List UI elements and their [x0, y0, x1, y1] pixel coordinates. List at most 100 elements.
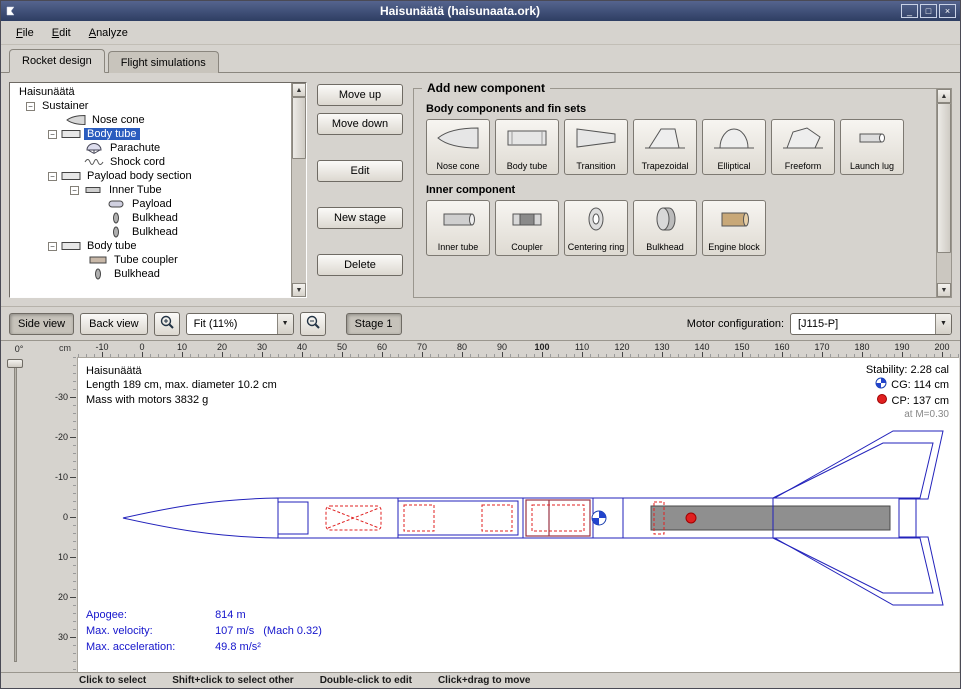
collapse-icon[interactable]: −: [48, 130, 57, 139]
tree-item-payload[interactable]: Payload: [12, 197, 291, 211]
nose-cone-icon: [66, 114, 86, 126]
tab-rocket-design[interactable]: Rocket design: [9, 49, 105, 73]
shock-cord-icon: [84, 156, 104, 168]
max-acceleration-label: Max. acceleration:: [86, 640, 212, 656]
motor-configuration-select[interactable]: [J115-P] ▼: [790, 313, 952, 335]
design-top-panel: Haisunäätä − Sustainer Nose cone − Body …: [1, 73, 960, 306]
add-centering-ring-button[interactable]: Centering ring: [564, 200, 628, 256]
scroll-down-icon[interactable]: ▼: [937, 283, 951, 297]
edit-button[interactable]: Edit: [317, 160, 403, 182]
add-coupler-button[interactable]: Coupler: [495, 200, 559, 256]
payload-icon: [106, 198, 126, 210]
collapse-icon[interactable]: −: [26, 102, 35, 111]
motor-configuration-group: Motor configuration: [J115-P] ▼: [687, 313, 952, 335]
collapse-icon[interactable]: −: [70, 186, 79, 195]
scroll-down-icon[interactable]: ▼: [292, 283, 306, 297]
tree-item-inner-tube[interactable]: − Inner Tube: [12, 183, 291, 197]
collapse-icon[interactable]: −: [48, 172, 57, 181]
hint-click-select: Click to select: [79, 675, 146, 686]
side-view-button[interactable]: Side view: [9, 313, 74, 335]
tree-item-rocket[interactable]: Haisunäätä: [12, 85, 291, 99]
menu-analyze[interactable]: Analyze: [82, 24, 135, 42]
launch-lug-icon: [850, 124, 894, 152]
zoom-select[interactable]: Fit (11%) ▼: [186, 313, 294, 335]
add-nose-cone-button[interactable]: Nose cone: [426, 119, 490, 175]
add-trapezoidal-fin-button[interactable]: Trapezoidal: [633, 119, 697, 175]
add-launch-lug-button[interactable]: Launch lug: [840, 119, 904, 175]
component-panel-scrollbar[interactable]: ▲ ▼: [936, 89, 951, 297]
tab-flight-simulations[interactable]: Flight simulations: [108, 51, 219, 73]
add-engine-block-button[interactable]: Engine block: [702, 200, 766, 256]
rocket-summary: Haisunäätä Length 189 cm, max. diameter …: [86, 364, 277, 407]
add-body-tube-button[interactable]: Body tube: [495, 119, 559, 175]
new-stage-button[interactable]: New stage: [317, 207, 403, 229]
back-view-button[interactable]: Back view: [80, 313, 148, 335]
chevron-down-icon[interactable]: ▼: [277, 314, 293, 334]
nose-cone-outline: [123, 498, 278, 538]
rotation-slider-track[interactable]: [14, 365, 17, 662]
tree-item-body-tube[interactable]: − Body tube: [12, 127, 291, 141]
tree-item-payload-body-section[interactable]: − Payload body section: [12, 169, 291, 183]
tree-item-bulkhead[interactable]: Bulkhead: [12, 211, 291, 225]
cp-value: CP: 137 cm: [892, 395, 949, 407]
rocket-mass: Mass with motors 3832 g: [86, 393, 277, 407]
tree-item-parachute[interactable]: Parachute: [12, 141, 291, 155]
tree-scrollbar-thumb[interactable]: [292, 97, 306, 159]
add-bulkhead-button[interactable]: Bulkhead: [633, 200, 697, 256]
body-tube-outline: [278, 498, 623, 538]
inner-tube-icon: [436, 205, 480, 233]
window-icon: [5, 5, 19, 17]
hint-double-click: Double-click to edit: [320, 675, 412, 686]
body-components-label: Body components and fin sets: [426, 103, 933, 115]
parachute-icon: [84, 142, 104, 154]
fin-lower-outline: [773, 537, 943, 605]
maximize-button[interactable]: □: [920, 4, 937, 18]
tree-item-bulkhead[interactable]: Bulkhead: [12, 267, 291, 281]
add-elliptical-fin-button[interactable]: Elliptical: [702, 119, 766, 175]
tree-item-shock-cord[interactable]: Shock cord: [12, 155, 291, 169]
move-down-button[interactable]: Move down: [317, 113, 403, 135]
collapse-icon[interactable]: −: [48, 242, 57, 251]
app-window: Haisunäätä (haisunaata.ork) _ □ × File E…: [0, 0, 961, 689]
delete-button[interactable]: Delete: [317, 254, 403, 276]
component-scrollbar-thumb[interactable]: [937, 103, 951, 253]
menu-edit[interactable]: Edit: [45, 24, 78, 42]
hint-shift-click: Shift+click to select other: [172, 675, 293, 686]
tree-item-nose-cone[interactable]: Nose cone: [12, 113, 291, 127]
titlebar[interactable]: Haisunäätä (haisunaata.ork) _ □ ×: [1, 1, 960, 21]
scroll-up-icon[interactable]: ▲: [937, 89, 951, 103]
stage-1-toggle[interactable]: Stage 1: [346, 313, 402, 335]
body-tube-icon: [61, 128, 81, 140]
max-velocity-label: Max. velocity:: [86, 624, 212, 640]
window-controls: _ □ ×: [901, 4, 956, 18]
tree-item-bulkhead[interactable]: Bulkhead: [12, 225, 291, 239]
close-button[interactable]: ×: [939, 4, 956, 18]
minimize-button[interactable]: _: [901, 4, 918, 18]
component-tree[interactable]: Haisunäätä − Sustainer Nose cone − Body …: [10, 83, 291, 297]
move-up-button[interactable]: Move up: [317, 84, 403, 106]
horizontal-ruler: -100102030405060708090100110120130140150…: [77, 341, 959, 357]
tree-scrollbar[interactable]: ▲ ▼: [291, 83, 306, 297]
tree-scrollbar-track[interactable]: [292, 97, 306, 283]
transition-icon: [574, 124, 618, 152]
rocket-canvas[interactable]: Haisunäätä Length 189 cm, max. diameter …: [77, 357, 959, 672]
apogee-label: Apogee:: [86, 608, 212, 624]
fin-upper-outline-2: [773, 443, 933, 498]
body-tube-icon: [61, 240, 81, 252]
chevron-down-icon[interactable]: ▼: [935, 314, 951, 334]
add-transition-button[interactable]: Transition: [564, 119, 628, 175]
body-components-row: Nose cone Body tube Transition Trapezoid…: [426, 119, 933, 175]
rocket-length: Length 189 cm, max. diameter 10.2 cm: [86, 378, 277, 392]
zoom-out-button[interactable]: [300, 312, 326, 336]
tree-item-tube-coupler[interactable]: Tube coupler: [12, 253, 291, 267]
menu-file[interactable]: File: [9, 24, 41, 42]
tree-item-stage[interactable]: − Sustainer: [12, 99, 291, 113]
rotation-slider-handle[interactable]: [7, 359, 23, 368]
component-scrollbar-track[interactable]: [937, 103, 951, 283]
rotation-angle-label: 0°: [1, 344, 37, 354]
zoom-in-button[interactable]: [154, 312, 180, 336]
add-inner-tube-button[interactable]: Inner tube: [426, 200, 490, 256]
tree-item-body-tube-2[interactable]: − Body tube: [12, 239, 291, 253]
add-freeform-fin-button[interactable]: Freeform: [771, 119, 835, 175]
scroll-up-icon[interactable]: ▲: [292, 83, 306, 97]
